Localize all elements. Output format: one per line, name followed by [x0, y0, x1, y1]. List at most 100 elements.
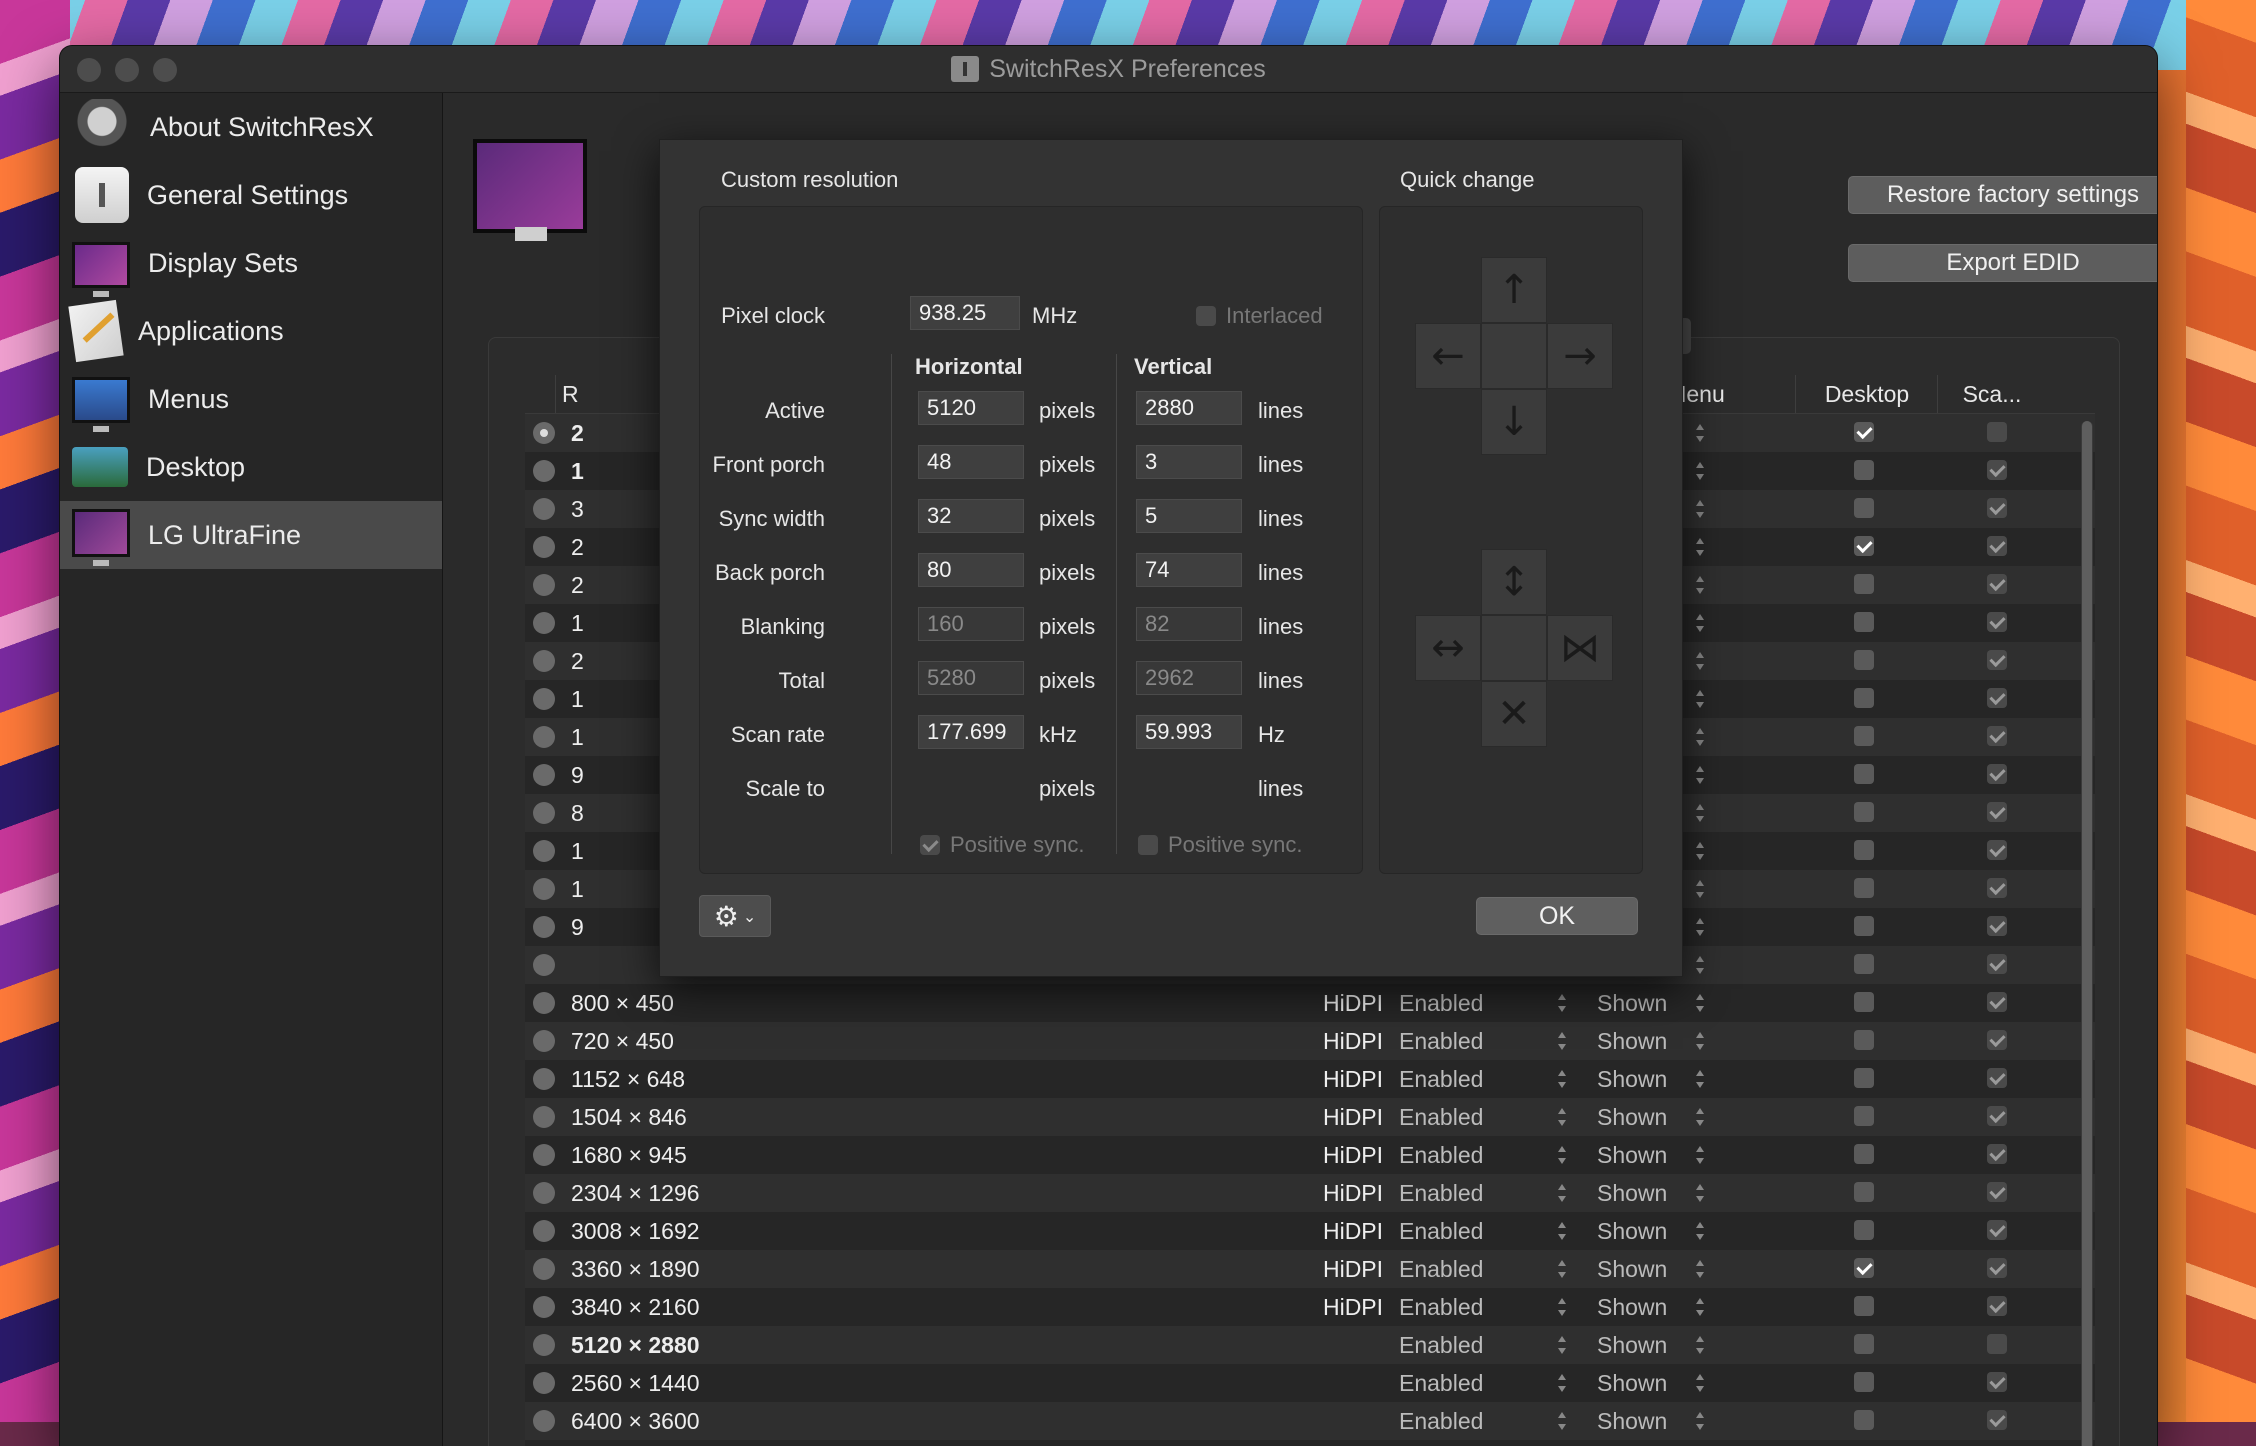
gear-icon[interactable]: ⚙ ⌄ [699, 895, 771, 937]
menu-stepper-icon[interactable] [1695, 462, 1705, 480]
row-radio-button[interactable] [533, 764, 555, 786]
row-radio-button[interactable] [533, 460, 555, 482]
desktop-checkbox[interactable] [1854, 1372, 1874, 1392]
scaled-checkbox[interactable] [1987, 916, 2007, 936]
menu-popup[interactable]: Shown [1597, 1098, 1777, 1136]
row-radio-button[interactable] [533, 1334, 555, 1356]
desktop-checkbox[interactable] [1854, 878, 1874, 898]
desktop-checkbox[interactable] [1854, 1182, 1874, 1202]
ok-button[interactable]: OK [1476, 897, 1638, 935]
table-row[interactable]: 800 × 450 HiDPI Enabled Shown [525, 984, 2095, 1022]
menu-popup[interactable]: Shown [1597, 1060, 1777, 1098]
desktop-checkbox[interactable] [1854, 574, 1874, 594]
scaled-checkbox[interactable] [1987, 1182, 2007, 1202]
row-radio-button[interactable] [533, 840, 555, 862]
status-stepper-icon[interactable] [1557, 1298, 1567, 1316]
desktop-checkbox[interactable] [1854, 422, 1874, 442]
status-stepper-icon[interactable] [1557, 1260, 1567, 1278]
move-right-arrow-icon[interactable]: → [1547, 323, 1613, 389]
desktop-checkbox[interactable] [1854, 1144, 1874, 1164]
status-stepper-icon[interactable] [1557, 1184, 1567, 1202]
table-row[interactable]: 3840 × 2160 HiDPI Enabled Shown [525, 1288, 2095, 1326]
sidebar-item-menus[interactable]: Menus [60, 365, 442, 433]
shrink-vertical-icon[interactable]: ✕ [1481, 681, 1547, 747]
desktop-checkbox[interactable] [1854, 460, 1874, 480]
status-popup[interactable]: Enabled [1399, 1364, 1579, 1402]
row-radio-button[interactable] [533, 1220, 555, 1242]
menu-stepper-icon[interactable] [1695, 500, 1705, 518]
status-popup[interactable]: Enabled [1399, 1212, 1579, 1250]
scaled-checkbox[interactable] [1987, 1030, 2007, 1050]
desktop-checkbox[interactable] [1854, 498, 1874, 518]
status-stepper-icon[interactable] [1557, 1070, 1567, 1088]
menu-stepper-icon[interactable] [1695, 728, 1705, 746]
menu-stepper-icon[interactable] [1695, 1298, 1705, 1316]
column-header-desktop[interactable]: Desktop [1795, 375, 1938, 413]
status-popup[interactable]: Enabled [1399, 1250, 1579, 1288]
sidebar-item-lg-ultrafine[interactable]: LG UltraFine [60, 501, 442, 569]
scaled-checkbox[interactable] [1987, 460, 2007, 480]
menu-popup[interactable]: Shown [1597, 1174, 1777, 1212]
status-popup[interactable]: Enabled [1399, 1326, 1579, 1364]
row-radio-button[interactable] [533, 878, 555, 900]
menu-stepper-icon[interactable] [1695, 1108, 1705, 1126]
menu-popup[interactable]: Shown [1597, 1022, 1777, 1060]
status-stepper-icon[interactable] [1557, 1032, 1567, 1050]
scaled-checkbox[interactable] [1987, 422, 2007, 442]
status-popup[interactable]: Enabled [1399, 1288, 1579, 1326]
scrollbar-thumb[interactable] [2082, 421, 2092, 1446]
menu-popup[interactable]: Shown [1597, 1212, 1777, 1250]
scaled-checkbox[interactable] [1987, 840, 2007, 860]
menu-stepper-icon[interactable] [1695, 880, 1705, 898]
sidebar-item-general-settings[interactable]: General Settings [60, 161, 442, 229]
close-button[interactable] [77, 58, 101, 82]
desktop-checkbox[interactable] [1854, 840, 1874, 860]
table-row[interactable]: 1504 × 846 HiDPI Enabled Shown [525, 1098, 2095, 1136]
table-row[interactable]: 1152 × 648 HiDPI Enabled Shown [525, 1060, 2095, 1098]
desktop-checkbox[interactable] [1854, 802, 1874, 822]
column-header-scaled[interactable]: Sca... [1937, 375, 2046, 413]
menu-stepper-icon[interactable] [1695, 804, 1705, 822]
move-left-arrow-icon[interactable]: ← [1415, 323, 1481, 389]
row-radio-button[interactable] [533, 954, 555, 976]
desktop-checkbox[interactable] [1854, 1030, 1874, 1050]
menu-stepper-icon[interactable] [1695, 1374, 1705, 1392]
status-popup[interactable]: Enabled [1399, 1174, 1579, 1212]
row-radio-button[interactable] [533, 1182, 555, 1204]
row-radio-button[interactable] [533, 802, 555, 824]
shrink-horizontal-icon[interactable]: ⋈ [1547, 615, 1613, 681]
row-radio-button[interactable] [533, 422, 555, 444]
menu-stepper-icon[interactable] [1695, 918, 1705, 936]
status-stepper-icon[interactable] [1557, 1412, 1567, 1430]
scaled-checkbox[interactable] [1987, 1258, 2007, 1278]
desktop-checkbox[interactable] [1854, 726, 1874, 746]
row-radio-button[interactable] [533, 1372, 555, 1394]
status-popup[interactable]: Enabled [1399, 1136, 1579, 1174]
table-row[interactable]: 2304 × 1296 HiDPI Enabled Shown [525, 1174, 2095, 1212]
minimize-button[interactable] [115, 58, 139, 82]
zoom-button[interactable] [153, 58, 177, 82]
menu-stepper-icon[interactable] [1695, 1222, 1705, 1240]
row-radio-button[interactable] [533, 574, 555, 596]
scaled-checkbox[interactable] [1987, 802, 2007, 822]
menu-stepper-icon[interactable] [1695, 766, 1705, 784]
scaled-checkbox[interactable] [1987, 1106, 2007, 1126]
table-row[interactable]: 1680 × 945 HiDPI Enabled Shown [525, 1136, 2095, 1174]
menu-stepper-icon[interactable] [1695, 842, 1705, 860]
sidebar-item-display-sets[interactable]: Display Sets [60, 229, 442, 297]
row-radio-button[interactable] [533, 1296, 555, 1318]
vertical-value-field[interactable]: 74 [1136, 553, 1242, 587]
menu-stepper-icon[interactable] [1695, 1412, 1705, 1430]
status-popup[interactable]: Enabled [1399, 1098, 1579, 1136]
horizontal-value-field[interactable]: 32 [918, 499, 1024, 533]
row-radio-button[interactable] [533, 650, 555, 672]
menu-stepper-icon[interactable] [1695, 690, 1705, 708]
column-header-resolution[interactable]: R [555, 375, 592, 413]
scaled-checkbox[interactable] [1987, 574, 2007, 594]
scaled-checkbox[interactable] [1987, 1068, 2007, 1088]
desktop-checkbox[interactable] [1854, 992, 1874, 1012]
sidebar-item-desktop[interactable]: Desktop [60, 433, 442, 501]
row-radio-button[interactable] [533, 536, 555, 558]
row-radio-button[interactable] [533, 612, 555, 634]
menu-stepper-icon[interactable] [1695, 614, 1705, 632]
